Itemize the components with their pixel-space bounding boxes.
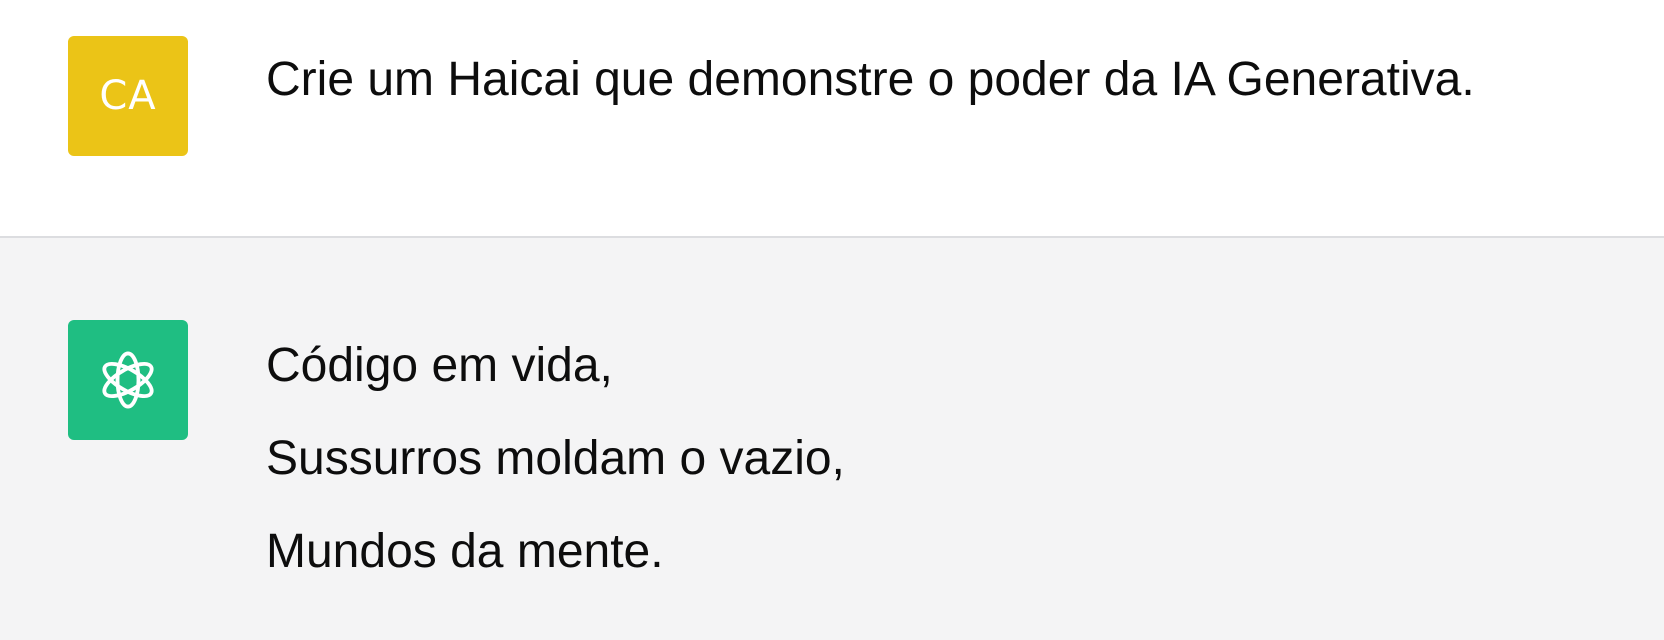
assistant-message-row: Código em vida, Sussurros moldam o vazio… — [0, 238, 1664, 640]
user-message-text: Crie um Haicai que demonstre o poder da … — [266, 53, 1475, 106]
user-avatar-initials: CA — [99, 73, 157, 119]
poem-line-3: Mundos da mente. — [266, 525, 664, 578]
user-message-row: CA Crie um Haicai que demonstre o poder … — [0, 0, 1664, 238]
assistant-message-text: Código em vida, Sussurros moldam o vazio… — [266, 338, 845, 617]
assistant-avatar — [68, 320, 188, 440]
openai-logo-icon — [102, 351, 154, 409]
user-avatar: CA — [68, 36, 188, 156]
poem-line-2: Sussurros moldam o vazio, — [266, 432, 845, 485]
chat-transcript: CA Crie um Haicai que demonstre o poder … — [0, 0, 1664, 640]
poem-line-1: Código em vida, — [266, 339, 613, 392]
